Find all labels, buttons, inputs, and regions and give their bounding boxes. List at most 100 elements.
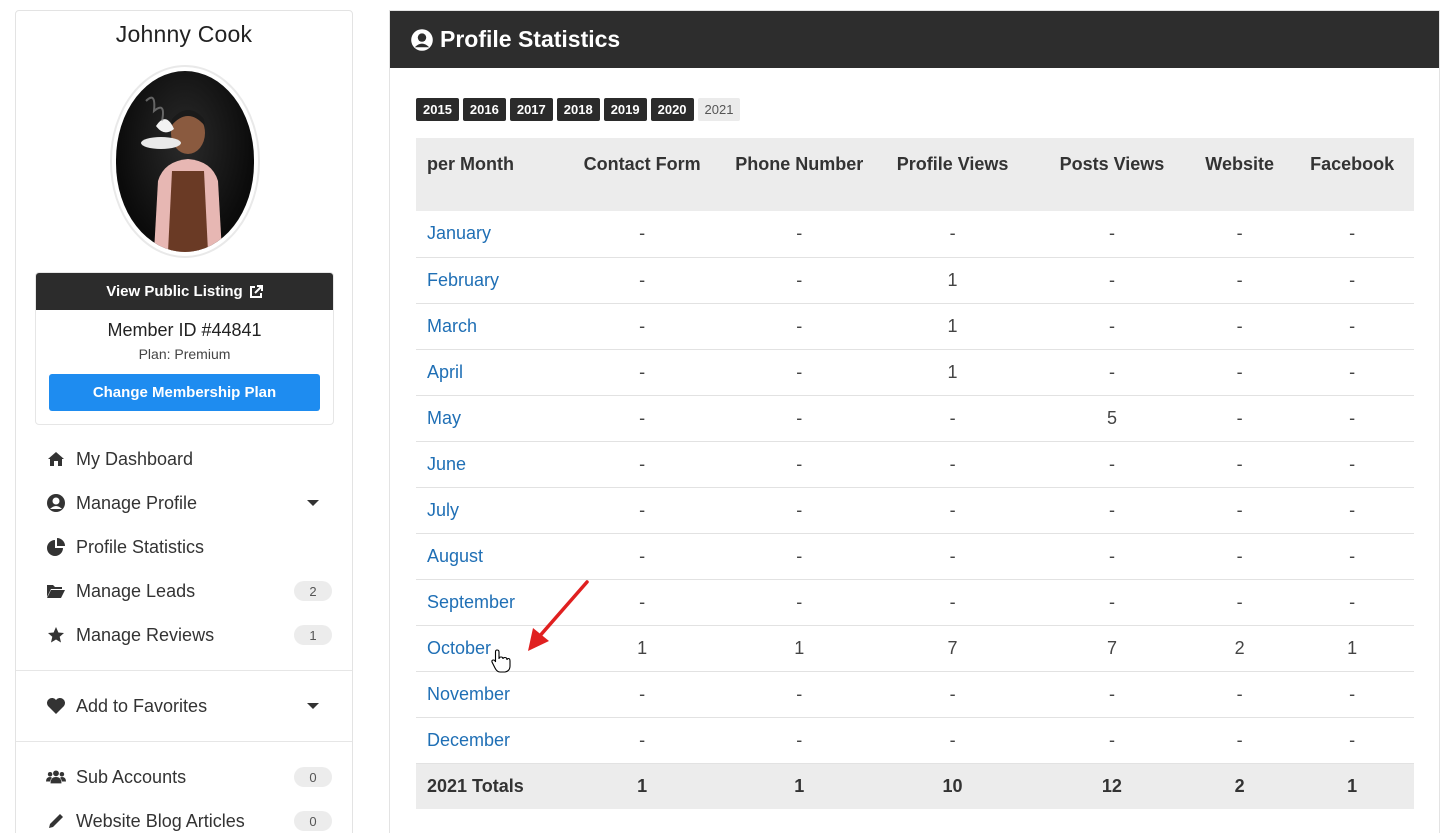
- month-cell: June: [416, 441, 556, 488]
- sidebar-item-label: Manage Profile: [76, 492, 198, 513]
- table-cell: -: [870, 487, 1035, 534]
- sidebar-item-profile-statistics[interactable]: Profile Statistics: [16, 525, 352, 569]
- table-row: May - - -5- -: [416, 395, 1414, 442]
- year-button-2016[interactable]: 2016: [462, 98, 506, 121]
- totals-cell: 10: [870, 763, 1035, 809]
- sidebar-item-manage-reviews[interactable]: Manage Reviews 1: [16, 613, 352, 657]
- table-cell: -: [728, 487, 871, 534]
- table-cell: -: [1189, 257, 1291, 304]
- sidebar-item-my-dashboard[interactable]: My Dashboard: [16, 437, 352, 481]
- sub-accounts-count-badge: 0: [294, 767, 332, 787]
- month-cell: February: [416, 257, 556, 304]
- year-button-2021[interactable]: 2021: [697, 98, 741, 121]
- table-cell: -: [728, 257, 871, 304]
- column-header: Website: [1189, 138, 1291, 211]
- year-button-2017[interactable]: 2017: [509, 98, 553, 121]
- reviews-count-badge: 1: [294, 625, 332, 645]
- sidebar-item-manage-profile[interactable]: Manage Profile: [16, 481, 352, 525]
- blog-articles-count-badge: 0: [294, 811, 332, 831]
- table-cell: -: [556, 211, 729, 258]
- table-cell: -: [1189, 349, 1291, 396]
- table-cell: -: [556, 395, 729, 442]
- month-link-march[interactable]: March: [427, 316, 477, 336]
- sidebar-nav: My Dashboard Manage Profile Profile Stat…: [16, 437, 352, 833]
- table-cell: -: [1189, 487, 1291, 534]
- table-cell: -: [1290, 257, 1414, 304]
- table-cell: 2: [1189, 625, 1291, 672]
- sidebar-item-label: Sub Accounts: [76, 766, 187, 787]
- month-cell: April: [416, 349, 556, 396]
- month-link-may[interactable]: May: [427, 408, 461, 428]
- sidebar-item-label: Manage Leads: [76, 580, 196, 601]
- month-cell: August: [416, 533, 556, 580]
- totals-cell: 1: [728, 763, 871, 809]
- sidebar-item-add-to-favorites[interactable]: Add to Favorites: [16, 684, 352, 728]
- table-cell: -: [1189, 671, 1291, 718]
- member-id: Member ID #44841: [107, 320, 262, 340]
- month-link-july[interactable]: July: [427, 500, 459, 520]
- table-cell: 1: [870, 303, 1035, 350]
- table-cell: -: [1189, 211, 1291, 258]
- sidebar: Johnny Cook View Public Listing Member I…: [15, 10, 353, 833]
- chevron-down-icon: [307, 500, 319, 506]
- table-cell: -: [1034, 671, 1190, 718]
- month-link-february[interactable]: February: [427, 270, 499, 290]
- table-cell: -: [1290, 671, 1414, 718]
- sidebar-item-manage-leads[interactable]: Manage Leads 2: [16, 569, 352, 613]
- sidebar-item-label: Add to Favorites: [76, 695, 208, 716]
- year-selector: 2015 2016 2017 2018 2019 2020 2021: [416, 98, 741, 121]
- month-link-august[interactable]: August: [427, 546, 483, 566]
- page-title: Profile Statistics: [440, 26, 621, 52]
- table-cell: -: [1189, 441, 1291, 488]
- column-header: Profile Views: [870, 138, 1035, 211]
- table-cell: -: [1034, 303, 1190, 350]
- membership-plan: Plan: Premium: [138, 346, 231, 362]
- table-row: November - - - - - -: [416, 671, 1414, 718]
- totals-label: 2021 Totals: [416, 763, 556, 809]
- table-cell: 1: [728, 625, 871, 672]
- sidebar-item-sub-accounts[interactable]: Sub Accounts 0: [16, 755, 352, 799]
- home-icon: [46, 449, 66, 469]
- month-link-december[interactable]: December: [427, 730, 510, 750]
- table-cell: -: [1034, 211, 1190, 258]
- sidebar-item-website-blog-articles[interactable]: Website Blog Articles 0: [16, 799, 352, 833]
- table-cell: -: [1290, 487, 1414, 534]
- table-row: April - -1- - -: [416, 349, 1414, 396]
- year-button-2015[interactable]: 2015: [416, 98, 459, 121]
- table-cell: -: [556, 533, 729, 580]
- table-cell: -: [556, 349, 729, 396]
- month-cell: December: [416, 717, 556, 764]
- month-link-june[interactable]: June: [427, 454, 466, 474]
- year-button-2020[interactable]: 2020: [650, 98, 694, 121]
- table-cell: -: [1189, 717, 1291, 764]
- table-cell: -: [556, 257, 729, 304]
- month-link-april[interactable]: April: [427, 362, 463, 382]
- table-cell: -: [1034, 579, 1190, 626]
- user-circle-icon: [46, 493, 66, 513]
- month-link-november[interactable]: November: [427, 684, 510, 704]
- sidebar-item-label: Website Blog Articles: [76, 810, 245, 831]
- table-cell: -: [1290, 579, 1414, 626]
- year-button-2019[interactable]: 2019: [603, 98, 647, 121]
- table-cell: -: [728, 441, 871, 488]
- table-cell: -: [1034, 533, 1190, 580]
- month-link-january[interactable]: January: [427, 223, 491, 243]
- month-cell: March: [416, 303, 556, 350]
- table-cell: -: [728, 671, 871, 718]
- table-cell: -: [870, 211, 1035, 258]
- month-link-october[interactable]: October: [427, 638, 491, 658]
- year-button-2018[interactable]: 2018: [556, 98, 600, 121]
- change-membership-plan-button[interactable]: Change Membership Plan: [49, 374, 320, 411]
- totals-row: 2021 Totals 1 1 10 12 2 1: [416, 763, 1414, 809]
- external-link-icon: [249, 284, 263, 298]
- pencil-icon: [46, 811, 66, 831]
- avatar: [110, 65, 260, 258]
- view-public-listing-button[interactable]: View Public Listing: [36, 273, 333, 310]
- table-cell: -: [728, 211, 871, 258]
- table-cell: -: [728, 579, 871, 626]
- table-cell: -: [1189, 395, 1291, 442]
- month-link-september[interactable]: September: [427, 592, 515, 612]
- table-cell: -: [728, 395, 871, 442]
- table-cell: -: [1189, 579, 1291, 626]
- table-cell: -: [1290, 395, 1414, 442]
